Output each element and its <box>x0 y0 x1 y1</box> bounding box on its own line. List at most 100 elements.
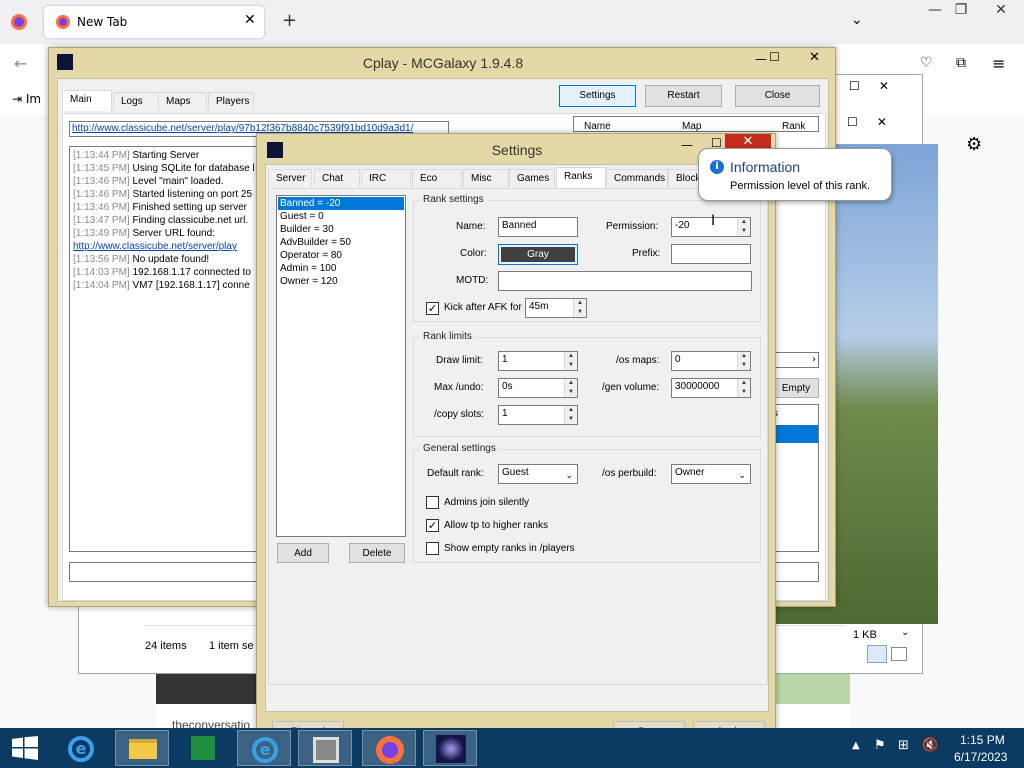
pocket-icon[interactable]: ♡ <box>920 55 933 71</box>
spin-up-icon[interactable]: ▲ <box>574 299 586 308</box>
rank-list[interactable]: Banned = -20 Guest = 0 Builder = 30 AdvBuil… <box>276 195 406 537</box>
color-button[interactable]: Gray <box>498 244 578 265</box>
maximize-icon[interactable]: ☐ <box>769 50 780 64</box>
kick-afk-checkbox[interactable]: ✓ <box>426 302 439 315</box>
rank-list-item[interactable]: Admin = 100 <box>278 262 404 275</box>
tab-chat[interactable]: Chat <box>314 169 360 187</box>
os-maps-stepper[interactable]: 0 ▲ ▼ <box>671 351 751 371</box>
motd-field[interactable] <box>498 271 752 291</box>
copy-slots-stepper[interactable]: 1 ▲ ▼ <box>498 405 578 425</box>
close-icon[interactable]: ✕ <box>244 12 256 28</box>
spin-buttons[interactable]: ▲ ▼ <box>573 299 586 317</box>
spin-up-icon[interactable]: ▲ <box>565 379 577 388</box>
spin-up-icon[interactable]: ▲ <box>565 406 577 415</box>
prefix-field[interactable] <box>671 244 751 264</box>
tab-eco[interactable]: Eco <box>412 169 462 187</box>
close-button[interactable]: Close <box>735 85 820 107</box>
name-field[interactable]: Banned <box>498 217 578 237</box>
show-empty-checkbox[interactable] <box>426 542 439 555</box>
rank-list-item[interactable]: Operator = 80 <box>278 249 404 262</box>
back-icon[interactable]: ← <box>14 54 27 73</box>
close-icon[interactable]: ✕ <box>879 79 889 93</box>
spin-up-icon[interactable]: ▲ <box>738 352 750 361</box>
rank-list-item[interactable]: Guest = 0 <box>278 210 404 223</box>
maximize-icon[interactable]: ☐ <box>849 79 860 93</box>
minimize-icon[interactable]: — <box>681 138 693 152</box>
package-icon[interactable] <box>298 730 352 766</box>
spin-buttons[interactable]: ▲ ▼ <box>564 379 577 397</box>
tab-maps[interactable]: Maps <box>158 92 207 110</box>
tab-irc[interactable]: IRC <box>361 169 411 187</box>
spin-down-icon[interactable]: ▼ <box>565 361 577 370</box>
max-undo-stepper[interactable]: 0s ▲ ▼ <box>498 378 578 398</box>
kick-afk-stepper[interactable]: 45m ▲ ▼ <box>525 298 587 318</box>
delete-rank-button[interactable]: Delete <box>349 543 405 563</box>
spin-down-icon[interactable]: ▼ <box>574 308 586 317</box>
tab-games[interactable]: Games <box>509 169 555 187</box>
clock-date[interactable]: 6/17/2023 <box>954 750 1007 764</box>
empty-button[interactable]: Empty <box>773 378 819 398</box>
draw-limit-stepper[interactable]: 1 ▲ ▼ <box>498 351 578 371</box>
spin-up-icon[interactable]: ▲ <box>738 379 750 388</box>
settings-icon[interactable]: ⚙ <box>966 134 982 155</box>
tab-ranks[interactable]: Ranks <box>556 167 606 188</box>
firefox-icon[interactable] <box>362 730 416 766</box>
chevron-up-icon[interactable]: ▲ <box>852 740 860 751</box>
spin-buttons[interactable]: ▲ ▼ <box>564 352 577 370</box>
tab-logs[interactable]: Logs <box>113 92 159 110</box>
start-icon[interactable] <box>12 736 38 760</box>
rank-list-item[interactable]: Owner = 120 <box>278 275 404 288</box>
large-icons-view-icon[interactable] <box>891 647 907 661</box>
spin-down-icon[interactable]: ▼ <box>738 388 750 397</box>
allow-tp-checkbox[interactable]: ✓ <box>426 519 439 532</box>
extensions-icon[interactable]: ⧉ <box>956 55 966 71</box>
close-icon[interactable]: ✕ <box>978 2 1024 18</box>
import-bookmarks[interactable]: ⇥ Im <box>12 92 41 106</box>
spin-buttons[interactable]: ▲ ▼ <box>737 218 750 236</box>
rank-list-item[interactable]: Builder = 30 <box>278 223 404 236</box>
close-icon[interactable]: ✕ <box>877 115 887 129</box>
settings-button[interactable]: Settings <box>559 85 636 107</box>
spin-up-icon[interactable]: ▲ <box>565 352 577 361</box>
rank-list-item[interactable]: Banned = -20 <box>278 197 404 210</box>
internet-explorer-icon[interactable]: e <box>54 730 108 766</box>
add-rank-button[interactable]: Add <box>277 543 329 563</box>
tab-commands[interactable]: Commands <box>606 169 668 187</box>
spin-up-icon[interactable]: ▲ <box>738 218 750 227</box>
spin-buttons[interactable]: ▲ ▼ <box>564 406 577 424</box>
admins-join-checkbox[interactable] <box>426 496 439 509</box>
tab-main[interactable]: Main <box>62 90 112 111</box>
firefox-icon[interactable] <box>10 13 28 31</box>
close-icon[interactable]: ✕ <box>809 50 820 65</box>
spin-down-icon[interactable]: ▼ <box>738 227 750 236</box>
network-icon[interactable]: ⊞ <box>898 738 909 753</box>
chevron-down-icon[interactable]: ⌄ <box>851 12 863 28</box>
gen-volume-stepper[interactable]: 30000000 ▲ ▼ <box>671 378 751 398</box>
menu-icon[interactable]: ≡ <box>992 54 1005 73</box>
mcgalaxy-icon[interactable] <box>423 730 477 766</box>
restart-button[interactable]: Restart <box>645 85 722 107</box>
default-rank-select[interactable]: Guest ⌄ <box>498 464 578 484</box>
rank-list-item[interactable]: AdvBuilder = 50 <box>278 236 404 249</box>
volume-muted-icon[interactable]: 🔇 <box>922 738 938 753</box>
chevron-down-icon[interactable]: ⌄ <box>901 627 909 638</box>
log-message[interactable]: http://www.classicube.net/server/play <box>73 241 237 252</box>
chevron-right-icon[interactable]: › <box>812 354 816 365</box>
spin-buttons[interactable]: ▲ ▼ <box>737 352 750 370</box>
new-tab-button[interactable]: + <box>282 10 297 31</box>
spin-down-icon[interactable]: ▼ <box>565 415 577 424</box>
spin-down-icon[interactable]: ▼ <box>565 388 577 397</box>
file-explorer-icon[interactable] <box>115 730 169 766</box>
browser-tab[interactable]: New Tab ✕ <box>44 6 264 38</box>
tab-misc[interactable]: Misc <box>463 169 509 187</box>
spin-buttons[interactable]: ▲ ▼ <box>737 379 750 397</box>
spin-down-icon[interactable]: ▼ <box>738 361 750 370</box>
store-icon[interactable] <box>176 730 230 766</box>
maximize-icon[interactable]: ☐ <box>847 115 858 129</box>
internet-explorer-icon[interactable]: e <box>237 730 291 766</box>
tab-server[interactable]: Server <box>268 169 312 187</box>
os-perbuild-select[interactable]: Owner ⌄ <box>671 464 751 484</box>
tab-players[interactable]: Players <box>208 92 254 110</box>
flag-icon[interactable]: ⚑ <box>874 738 886 753</box>
clock-time[interactable]: 1:15 PM <box>960 733 1005 747</box>
